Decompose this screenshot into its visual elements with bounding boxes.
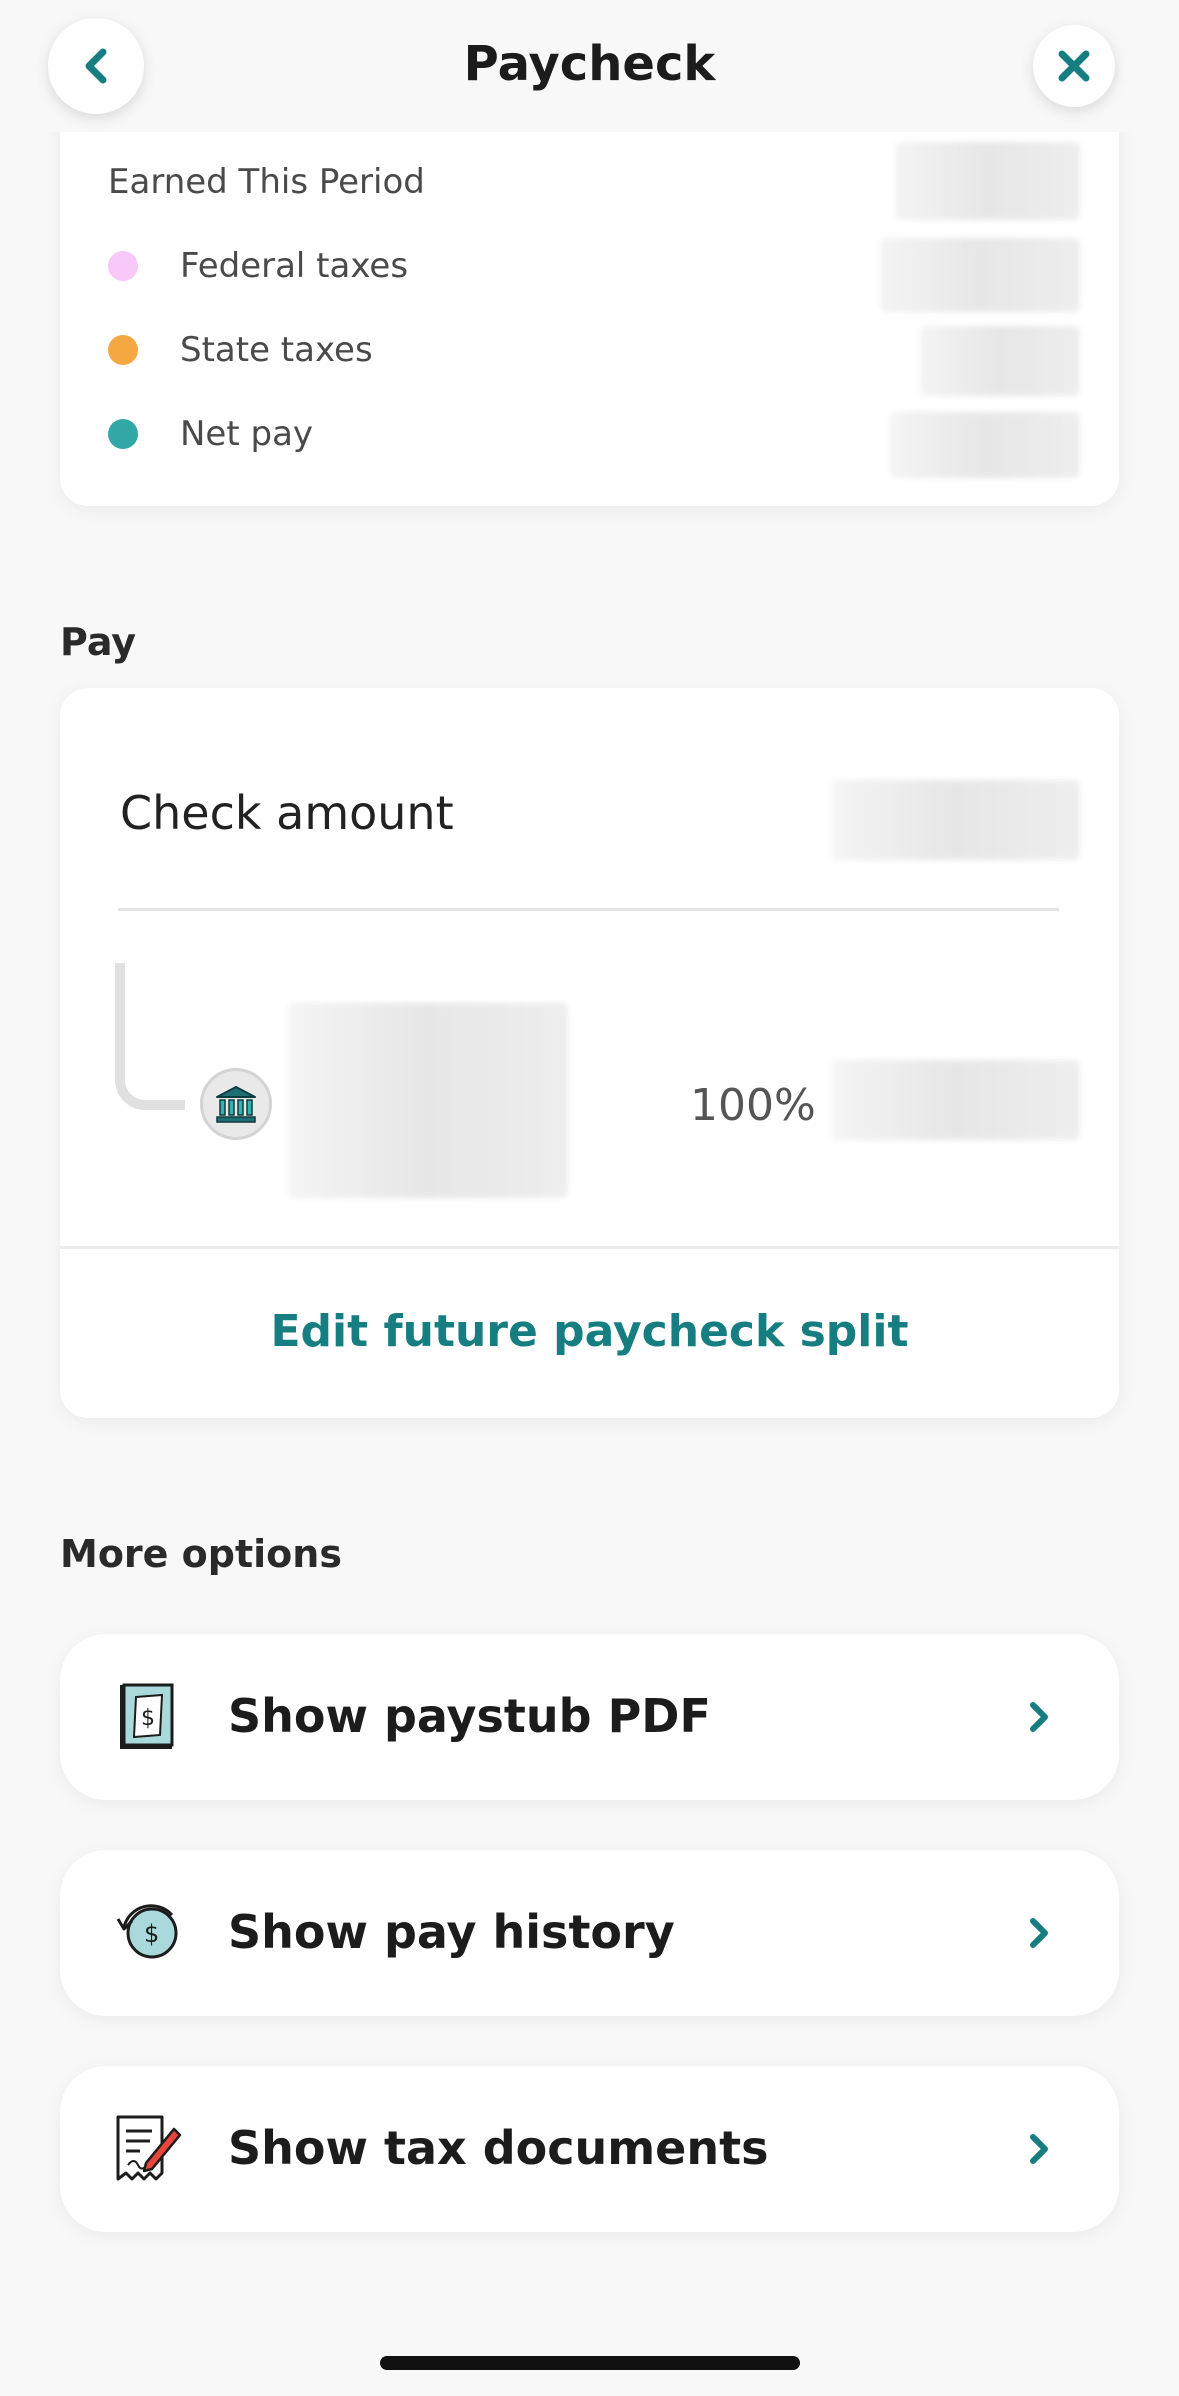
net-pay-row: Net pay (108, 414, 313, 454)
pay-card: Check amount 100% Edit future paycheck s… (60, 688, 1119, 1418)
edit-paycheck-split-button[interactable]: Edit future paycheck split (60, 1306, 1119, 1357)
pay-history-icon: $ (116, 1904, 178, 1959)
net-pay-amount-hidden (890, 412, 1080, 478)
show-pay-history-button[interactable]: $ Show pay history (60, 1850, 1119, 2016)
split-percent: 100% (690, 1080, 816, 1131)
bank-account-details-hidden (288, 1003, 568, 1198)
bank-icon (216, 1086, 256, 1123)
page-title: Paycheck (463, 36, 716, 92)
show-tax-documents-button[interactable]: Show tax documents (60, 2066, 1119, 2232)
earnings-card: Earned This Period Federal taxes State t… (60, 100, 1119, 506)
earned-amount-hidden (895, 142, 1080, 220)
svg-text:$: $ (141, 1706, 155, 1731)
home-indicator[interactable] (380, 2356, 800, 2370)
net-pay-dot (108, 419, 138, 449)
close-icon (1058, 50, 1090, 82)
check-amount-hidden (832, 780, 1080, 860)
state-taxes-dot (108, 335, 138, 365)
earned-period-row: Earned This Period (108, 162, 425, 202)
divider (60, 1246, 1119, 1249)
tax-documents-icon (116, 2115, 182, 2181)
federal-taxes-label: Federal taxes (180, 246, 409, 286)
net-pay-label: Net pay (180, 414, 314, 454)
paystub-icon: $ (120, 1683, 174, 1749)
bank-account-avatar (200, 1068, 272, 1140)
nav-header: Paycheck (0, 0, 1179, 132)
chevron-right-icon (1030, 1702, 1048, 1732)
federal-taxes-dot (108, 251, 138, 281)
state-taxes-label: State taxes (180, 330, 373, 370)
divider (118, 908, 1059, 911)
split-amount-hidden (832, 1060, 1080, 1140)
svg-text:$: $ (144, 1920, 159, 1948)
chevron-right-icon (1030, 2134, 1048, 2164)
check-amount-label: Check amount (120, 786, 454, 840)
chevron-right-icon (1030, 1918, 1048, 1948)
federal-taxes-amount-hidden (880, 238, 1080, 312)
split-connector (115, 963, 185, 1110)
state-taxes-amount-hidden (920, 326, 1080, 396)
earned-period-label: Earned This Period (108, 162, 425, 202)
option-label: Show paystub PDF (228, 1689, 711, 1743)
option-label: Show tax documents (228, 2121, 769, 2175)
show-paystub-pdf-button[interactable]: $ Show paystub PDF (60, 1634, 1119, 1800)
state-taxes-row: State taxes (108, 330, 373, 370)
federal-taxes-row: Federal taxes (108, 246, 408, 286)
option-label: Show pay history (228, 1905, 675, 1959)
more-options-title: More options (60, 1532, 342, 1576)
pay-section-title: Pay (60, 620, 137, 664)
close-button[interactable] (1033, 25, 1115, 107)
